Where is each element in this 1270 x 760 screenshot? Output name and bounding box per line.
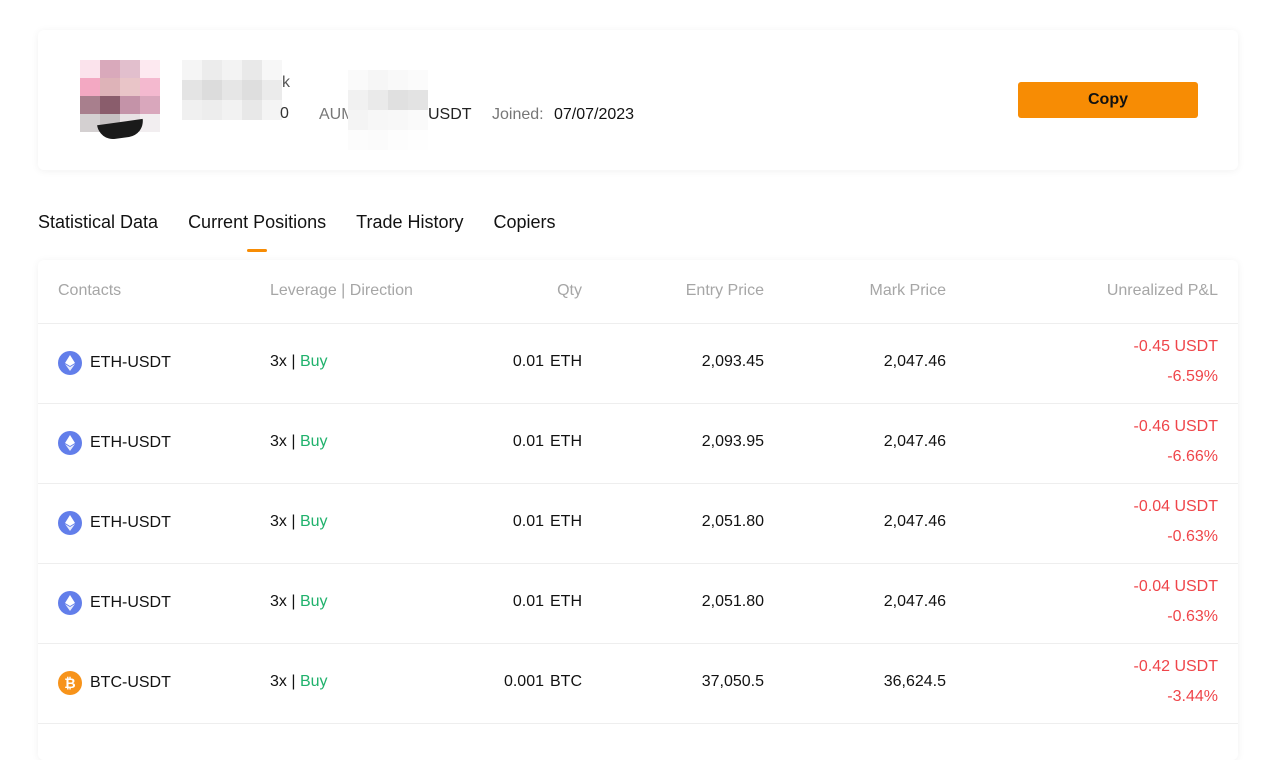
tab-statistical-data[interactable]: Statistical Data [38, 212, 158, 242]
header-unrealized-pnl: Unrealized P&L [1106, 282, 1218, 299]
pnl-percent: -0.63% [1167, 608, 1218, 625]
mark-price: 36,624.5 [883, 673, 946, 690]
qty-value: 0.01 [512, 513, 544, 530]
pair-name: ETH-USDT [90, 514, 171, 531]
table-row: ETH-USDT 3x | Buy 0.01 ETH 2,051.80 2,047… [38, 564, 1238, 644]
entry-price: 2,093.95 [701, 433, 764, 450]
leverage-direction-cell: 3x | Buy [270, 353, 328, 371]
qty-unit: ETH [550, 433, 582, 450]
entry-price: 2,051.80 [701, 593, 764, 610]
pnl-percent: -0.63% [1167, 528, 1218, 545]
btc-icon: ₿ [58, 671, 82, 695]
leverage-direction-cell: 3x | Buy [270, 513, 328, 531]
header-mark-price: Mark Price [869, 282, 946, 299]
pnl-percent: -6.59% [1167, 368, 1218, 385]
copy-button[interactable]: Copy [1018, 82, 1198, 118]
contract-cell[interactable]: ₿ BTC-USDT [58, 671, 171, 695]
joined-date: 07/07/2023 [554, 106, 635, 123]
leverage-direction-cell: 3x | Buy [270, 673, 328, 691]
table-row: ETH-USDT 3x | Buy 0.01 ETH 2,093.95 2,047… [38, 404, 1238, 484]
separator: | [291, 433, 296, 450]
pair-name: ETH-USDT [90, 594, 171, 611]
eth-icon [58, 351, 82, 375]
entry-price: 2,093.45 [701, 353, 764, 370]
contract-cell[interactable]: ETH-USDT [58, 351, 171, 375]
direction: Buy [299, 593, 328, 610]
qty-value: 0.001 [503, 673, 544, 690]
tab-bar: Statistical Data Current Positions Trade… [38, 212, 556, 242]
separator: | [291, 673, 296, 690]
separator: | [291, 513, 296, 530]
leverage-direction-cell: 3x | Buy [270, 433, 328, 451]
direction: Buy [299, 673, 328, 690]
trader-name-redacted [182, 60, 292, 122]
contract-cell[interactable]: ETH-USDT [58, 591, 171, 615]
qty-value: 0.01 [512, 593, 544, 610]
pnl-value: -0.45 USDT [1133, 338, 1218, 355]
positions-table: Contacts Leverage | Direction Qty Entry … [38, 260, 1238, 760]
qty-value: 0.01 [512, 353, 544, 370]
pair-name: ETH-USDT [90, 434, 171, 451]
qty-cell: 0.01 ETH [513, 593, 582, 611]
leverage: 3x [270, 673, 287, 690]
eth-icon [58, 431, 82, 455]
mark-price: 2,047.46 [883, 513, 946, 530]
mark-price: 2,047.46 [883, 433, 946, 450]
pnl-percent: -6.66% [1167, 448, 1218, 465]
header-entry-price: Entry Price [685, 282, 764, 299]
aum-value-redacted [348, 70, 428, 150]
qty-unit: ETH [550, 593, 582, 610]
qty-cell: 0.01 ETH [513, 513, 582, 531]
trader-id-fragment: 0 [280, 105, 289, 122]
table-row: ETH-USDT 3x | Buy 0.01 ETH 2,051.80 2,047… [38, 484, 1238, 564]
leverage-direction-cell: 3x | Buy [270, 593, 328, 611]
qty-cell: 0.01 ETH [513, 353, 582, 371]
separator: | [291, 593, 296, 610]
leverage: 3x [270, 353, 287, 370]
header-leverage-direction: Leverage | Direction [270, 282, 413, 299]
entry-price: 2,051.80 [701, 513, 764, 530]
pair-name: ETH-USDT [90, 354, 171, 371]
leverage: 3x [270, 513, 287, 530]
tab-trade-history[interactable]: Trade History [356, 212, 463, 242]
direction: Buy [299, 433, 328, 450]
eth-icon [58, 511, 82, 535]
qty-unit: ETH [550, 353, 582, 370]
leverage: 3x [270, 593, 287, 610]
tab-copiers[interactable]: Copiers [493, 212, 555, 242]
mark-price: 2,047.46 [883, 353, 946, 370]
pnl-value: -0.42 USDT [1133, 658, 1218, 675]
qty-unit: ETH [550, 513, 582, 530]
mark-price: 2,047.46 [883, 593, 946, 610]
direction: Buy [299, 513, 328, 530]
direction: Buy [299, 353, 328, 370]
qty-value: 0.01 [512, 433, 544, 450]
contract-cell[interactable]: ETH-USDT [58, 511, 171, 535]
joined-label: Joined: [492, 106, 544, 123]
pnl-value: -0.46 USDT [1133, 418, 1218, 435]
table-row: ₿ BTC-USDT 3x | Buy 0.001 BTC 37,050.5 36… [38, 644, 1238, 724]
qty-cell: 0.01 ETH [513, 433, 582, 451]
pnl-value: -0.04 USDT [1133, 498, 1218, 515]
qty-cell: 0.001 BTC [504, 673, 582, 691]
pnl-percent: -3.44% [1167, 688, 1218, 705]
header-contract[interactable]: Contacts [58, 282, 121, 300]
contract-cell[interactable]: ETH-USDT [58, 431, 171, 455]
pnl-value: -0.04 USDT [1133, 578, 1218, 595]
table-header: Contacts Leverage | Direction Qty Entry … [38, 260, 1238, 324]
header-qty: Qty [557, 282, 582, 299]
entry-price: 37,050.5 [701, 673, 764, 690]
trader-profile-card: k 0 AUM USDT Joined: 07/07/2023 Copy [38, 30, 1238, 170]
leverage: 3x [270, 433, 287, 450]
trader-name-fragment: k [282, 74, 290, 91]
table-row: ETH-USDT 3x | Buy 0.01 ETH 2,093.45 2,047… [38, 324, 1238, 404]
eth-icon [58, 591, 82, 615]
pair-name: BTC-USDT [90, 674, 171, 691]
separator: | [291, 353, 296, 370]
aum-unit: USDT [428, 106, 472, 123]
qty-unit: BTC [550, 673, 582, 690]
tab-current-positions[interactable]: Current Positions [188, 212, 326, 242]
